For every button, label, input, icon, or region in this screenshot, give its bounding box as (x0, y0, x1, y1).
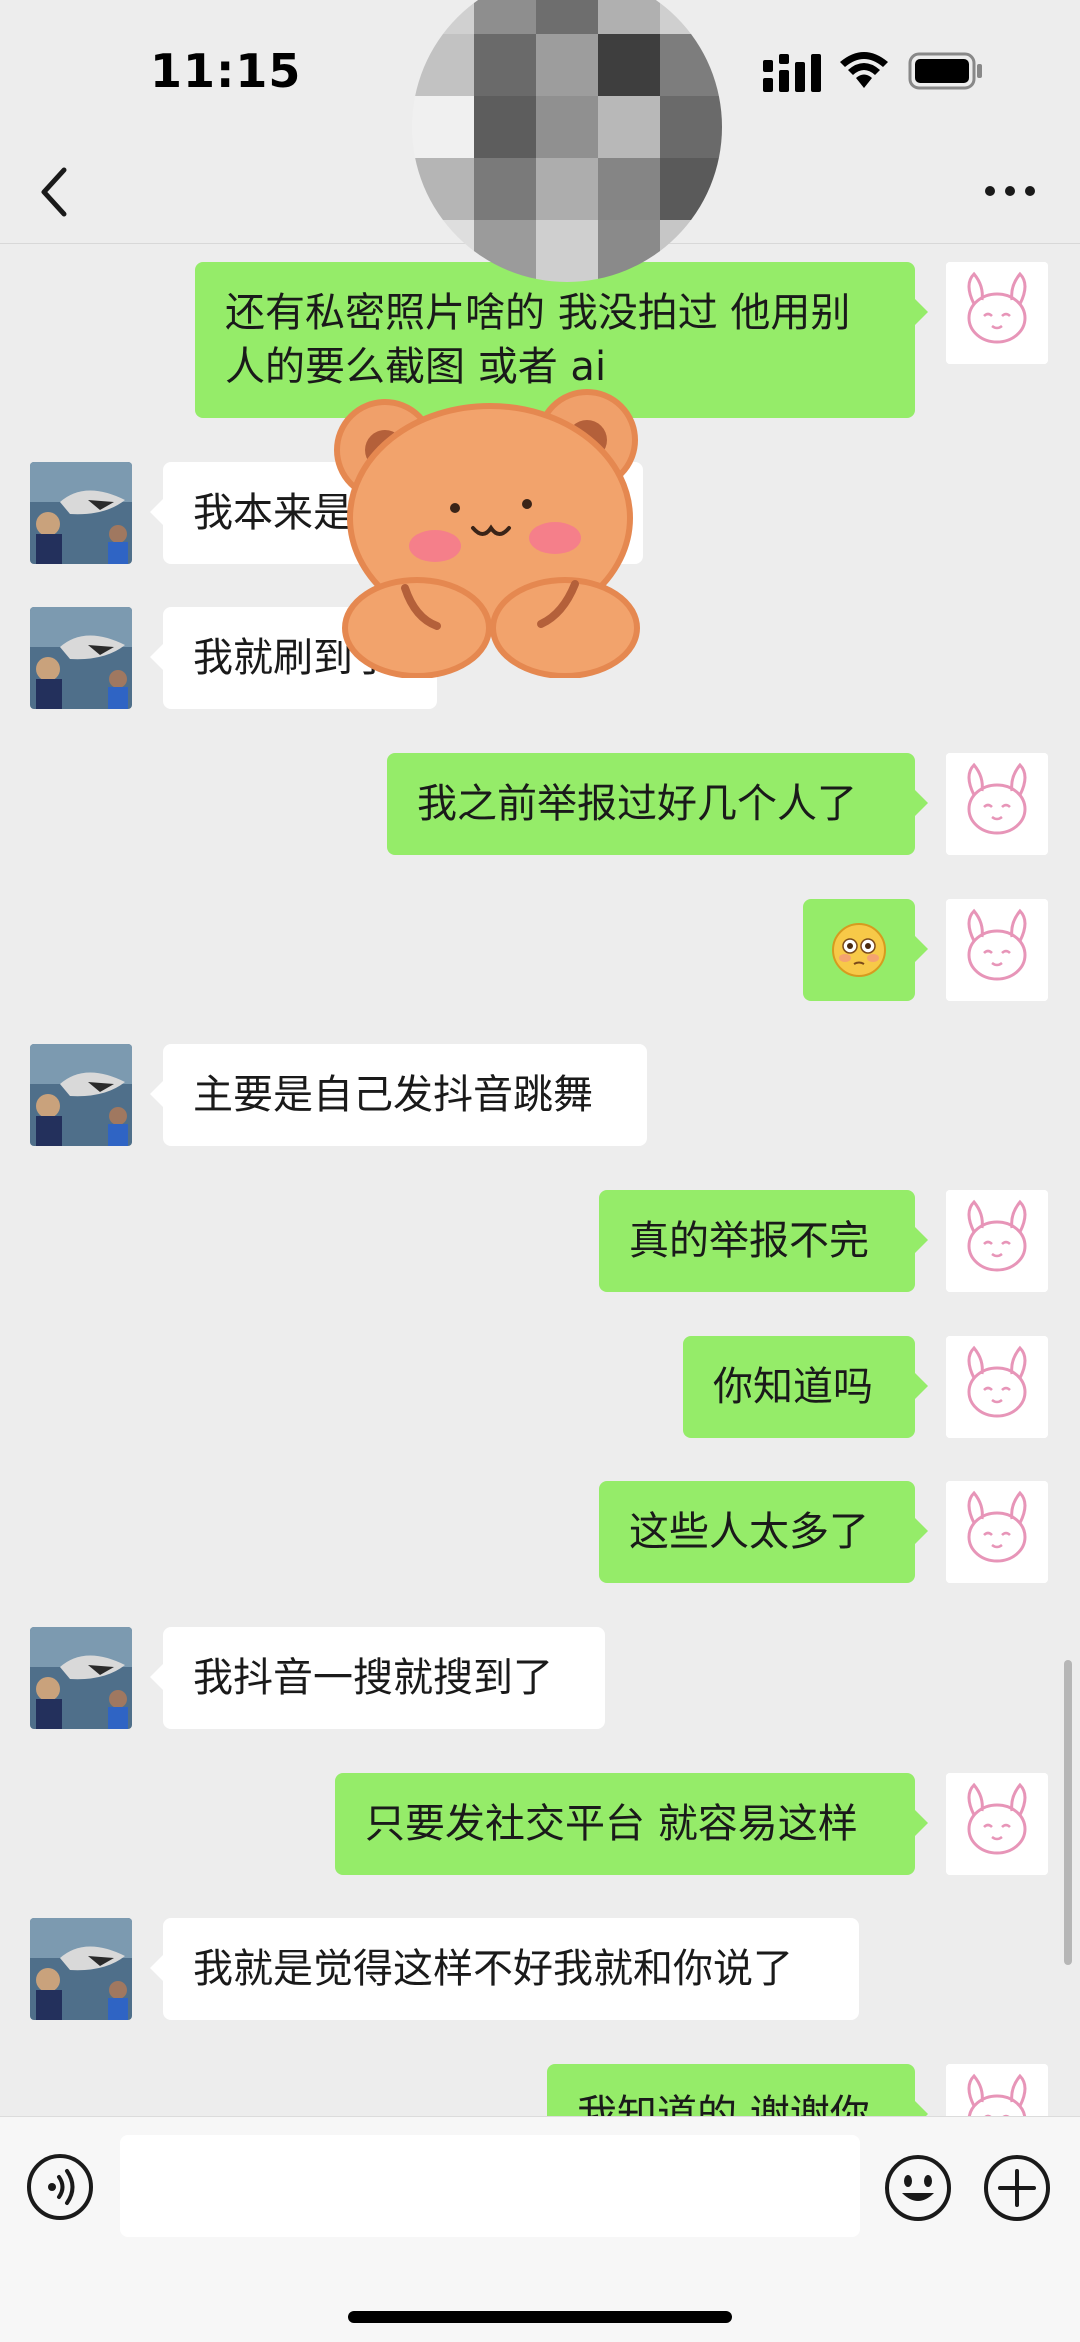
message-text: 真的举报不完 (629, 1218, 869, 1264)
self-avatar[interactable] (946, 1190, 1048, 1292)
contact-avatar[interactable] (30, 462, 132, 564)
flushed-face-emoji-icon (832, 923, 886, 977)
message-bubble-self[interactable]: 我之前举报过好几个人了 (387, 753, 928, 855)
status-time: 11:15 (150, 44, 302, 98)
message-text: 这些人太多了 (629, 1509, 869, 1555)
signal-icon (763, 54, 821, 92)
message-bubble-self[interactable]: 这些人太多了 (599, 1481, 928, 1583)
message-composer (0, 2116, 1080, 2342)
message-text: 还有私密照片啥的 我没拍过 他用别人的要么截图 或者 ai (225, 290, 851, 390)
message-bubble-self[interactable]: 你知道吗 (683, 1336, 928, 1438)
self-avatar[interactable] (946, 2064, 1048, 2116)
self-avatar[interactable] (946, 262, 1048, 364)
voice-icon[interactable] (26, 2153, 94, 2221)
message-text: 主要是自己发抖音跳舞 (193, 1072, 593, 1118)
teddy-bear-sticker-icon (334, 389, 640, 678)
self-avatar[interactable] (946, 1481, 1048, 1583)
message-text: 我抖音一搜就搜到了 (193, 1655, 553, 1701)
contact-avatar[interactable] (30, 607, 132, 709)
self-avatar[interactable] (946, 1336, 1048, 1438)
message-text: 只要发社交平台 就容易这样 (365, 1801, 858, 1847)
message-bubble-self[interactable]: 真的举报不完 (599, 1190, 928, 1292)
self-avatar[interactable] (946, 753, 1048, 855)
chat-scrollbar[interactable] (1064, 1660, 1072, 1965)
message-input[interactable] (120, 2135, 860, 2237)
battery-icon (908, 52, 982, 90)
contact-avatar[interactable] (30, 1627, 132, 1729)
message-bubble-self[interactable]: 只要发社交平台 就容易这样 (335, 1773, 928, 1875)
message-text: 你知道吗 (713, 1364, 873, 1410)
message-text: 我知道的 谢谢你 (577, 2092, 870, 2116)
chevron-left-icon[interactable] (34, 162, 78, 222)
home-indicator[interactable] (348, 2311, 732, 2323)
message-bubble-other[interactable]: 我就是觉得这样不好我就和你说了 (150, 1918, 859, 2020)
wifi-icon (840, 52, 888, 88)
emoji-icon[interactable] (883, 2153, 953, 2223)
message-bubble-other[interactable]: 主要是自己发抖音跳舞 (150, 1044, 647, 1146)
contact-avatar[interactable] (30, 1044, 132, 1146)
message-bubble-self[interactable] (803, 899, 928, 1001)
contact-avatar[interactable] (30, 1918, 132, 2020)
more-dots-icon[interactable] (980, 176, 1040, 206)
plus-icon[interactable] (982, 2153, 1052, 2223)
self-avatar[interactable] (946, 899, 1048, 1001)
message-text: 我就是觉得这样不好我就和你说了 (193, 1946, 793, 1992)
message-bubble-other[interactable]: 我抖音一搜就搜到了 (150, 1627, 605, 1729)
message-text: 我之前举报过好几个人了 (417, 781, 857, 827)
self-avatar[interactable] (946, 1773, 1048, 1875)
message-bubble-self[interactable]: 我知道的 谢谢你 (547, 2064, 928, 2116)
